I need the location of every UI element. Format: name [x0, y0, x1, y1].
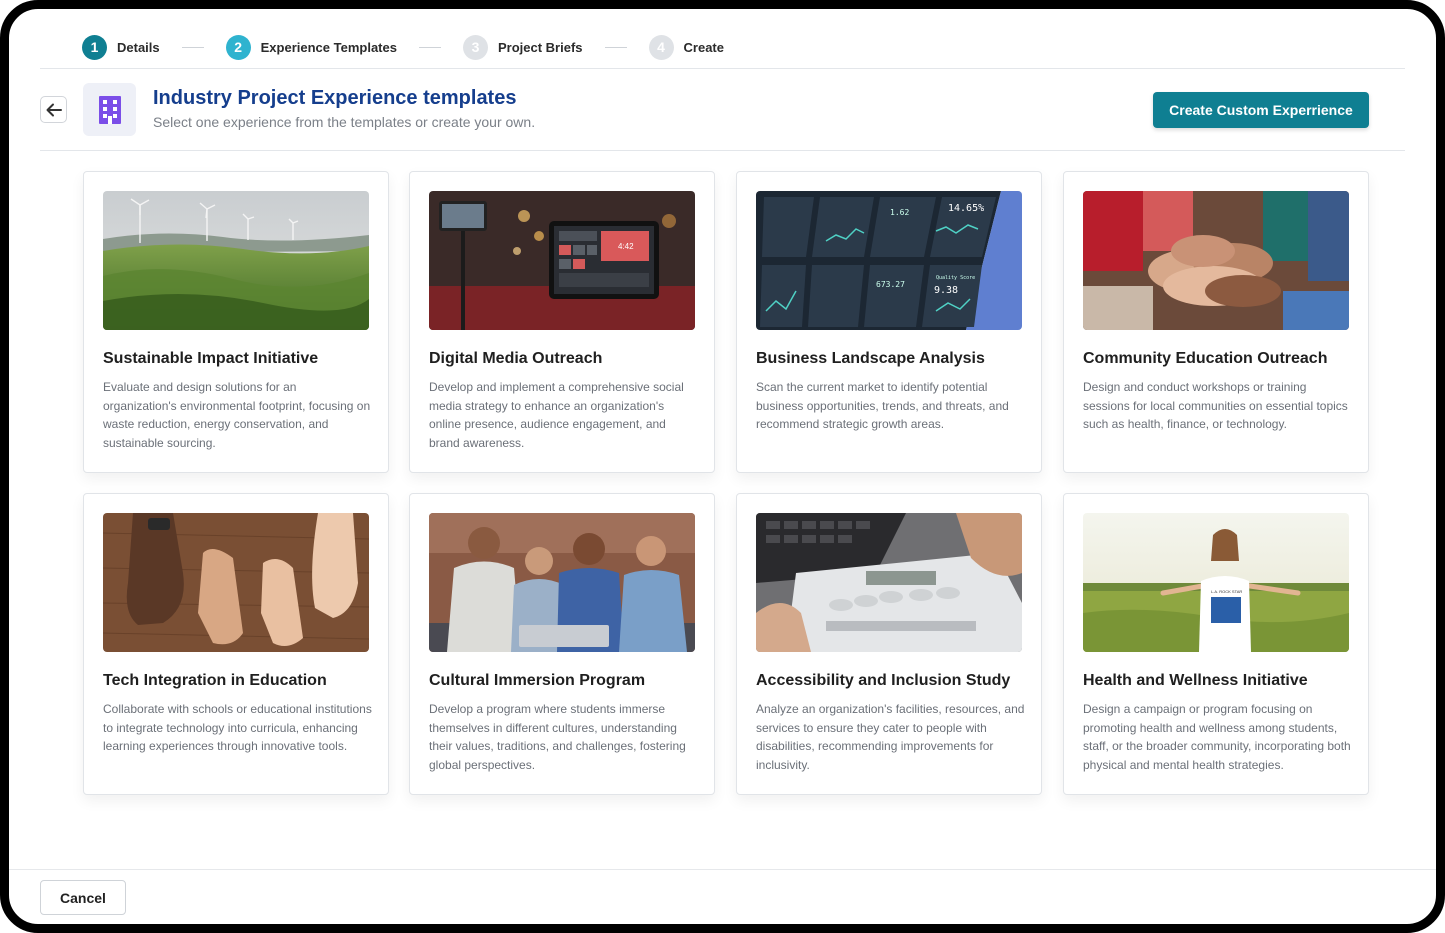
step-number: 3 [462, 34, 488, 60]
step-label: Project Briefs [497, 39, 583, 55]
tablet-clock-text: 4:42 [618, 242, 634, 251]
template-card-sustainable-impact[interactable]: Sustainable Impact Initiative Evaluate a… [83, 171, 389, 473]
page-title: Industry Project Experience templates [153, 87, 517, 109]
cancel-button[interactable]: Cancel [40, 880, 126, 915]
card-description: Collaborate with schools or educational … [103, 702, 372, 753]
dashboard-small-value-a: 1.62 [890, 208, 909, 217]
dashboard-quality-value: 9.38 [934, 285, 958, 296]
card-description: Develop a program where students immerse… [429, 702, 686, 772]
arrow-left-icon [46, 103, 62, 116]
card-title: Health and Wellness Initiative [1083, 672, 1308, 689]
dashboard-quality-label: Quality Score [936, 275, 975, 281]
step-label: Experience Templates [260, 39, 397, 55]
tablet-social-media-image: 4:42 [429, 191, 695, 330]
card-title: Sustainable Impact Initiative [103, 350, 319, 367]
app-window: 1 Details 2 Experience Templates 3 Proje… [0, 0, 1445, 933]
building-icon [98, 95, 121, 124]
back-button[interactable] [40, 96, 67, 123]
card-description: Design and conduct workshops or training… [1083, 380, 1348, 431]
card-title: Cultural Immersion Program [429, 672, 646, 689]
create-custom-experience-button[interactable]: Create Custom Experrience [1153, 92, 1369, 128]
card-title: Accessibility and Inclusion Study [756, 672, 1011, 689]
students-group-image [429, 513, 695, 652]
wind-turbine-landscape-image [103, 191, 369, 330]
step-number: 4 [648, 34, 674, 60]
card-title: Business Landscape Analysis [756, 350, 985, 367]
woman-in-field-image: L.A. ROCK STAR [1083, 513, 1349, 652]
template-card-community-education[interactable]: Community Education Outreach Design and … [1063, 171, 1369, 473]
card-description: Analyze an organization's facilities, re… [756, 702, 1025, 772]
step-number: 1 [82, 34, 107, 60]
step-divider [181, 46, 204, 48]
card-description: Evaluate and design solutions for an org… [103, 380, 371, 450]
tshirt-print-text: L.A. ROCK STAR [1211, 589, 1242, 594]
card-description: Scan the current market to identify pote… [756, 380, 1009, 431]
wizard-stepper: 1 Details 2 Experience Templates 3 Proje… [82, 24, 724, 70]
step-details[interactable]: 1 Details [82, 34, 160, 60]
header-divider [40, 68, 1405, 69]
dashboard-small-value-b: 673.27 [876, 280, 905, 289]
template-card-accessibility[interactable]: Accessibility and Inclusion Study Analyz… [736, 493, 1042, 795]
card-title: Community Education Outreach [1083, 350, 1328, 367]
card-description: Design a campaign or program focusing on… [1083, 702, 1351, 772]
stacked-hands-image [1083, 191, 1349, 330]
template-card-cultural-immersion[interactable]: Cultural Immersion Program Develop a pro… [409, 493, 715, 795]
industry-icon-tile [83, 83, 136, 136]
hands-on-table-image [103, 513, 369, 652]
step-label: Create [683, 39, 724, 55]
step-label: Details [117, 39, 160, 55]
step-number: 2 [225, 34, 251, 60]
card-title: Tech Integration in Education [103, 672, 327, 689]
template-card-health-wellness[interactable]: L.A. ROCK STAR Health and Wellness Initi… [1063, 493, 1369, 795]
page-subtitle: Select one experience from the templates… [153, 114, 536, 130]
braille-device-image [756, 513, 1022, 652]
card-title: Digital Media Outreach [429, 350, 603, 367]
step-experience-templates[interactable]: 2 Experience Templates [225, 34, 397, 60]
dashboard-top-value: 14.65% [948, 203, 984, 214]
template-card-tech-integration[interactable]: Tech Integration in Education Collaborat… [83, 493, 389, 795]
financial-dashboard-image: 14.65% 1.62 673.27 Quality Score 9.38 [756, 191, 1022, 330]
footer-divider [9, 869, 1436, 870]
card-description: Develop and implement a comprehensive so… [429, 380, 684, 450]
step-create[interactable]: 4 Create [648, 34, 724, 60]
step-divider [604, 46, 627, 48]
step-divider [418, 46, 441, 48]
section-divider [40, 150, 1405, 151]
step-project-briefs[interactable]: 3 Project Briefs [462, 34, 583, 60]
template-card-business-landscape[interactable]: 14.65% 1.62 673.27 Quality Score 9.38 Bu… [736, 171, 1042, 473]
template-card-digital-media[interactable]: 4:42 Digital Media Outreach Develop and … [409, 171, 715, 473]
